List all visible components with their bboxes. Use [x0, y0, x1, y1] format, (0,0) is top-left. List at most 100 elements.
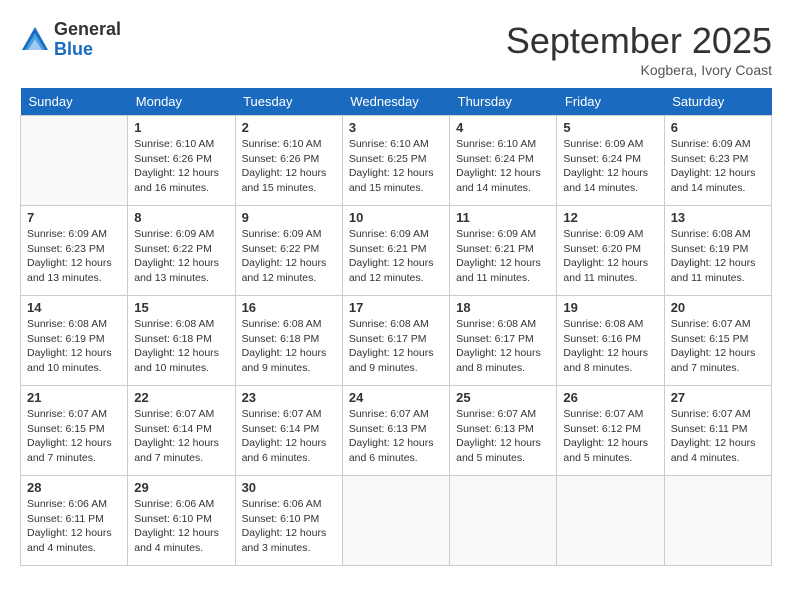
day-info: Sunrise: 6:08 AM Sunset: 6:19 PM Dayligh… [27, 317, 121, 376]
calendar-cell: 19Sunrise: 6:08 AM Sunset: 6:16 PM Dayli… [557, 296, 664, 386]
day-info: Sunrise: 6:07 AM Sunset: 6:13 PM Dayligh… [349, 407, 443, 466]
calendar-cell: 10 Sunrise: 6:09 AM Sunset: 6:21 PM Dayli… [342, 206, 449, 296]
day-info: Sunrise: 6:07 AM Sunset: 6:13 PM Dayligh… [456, 407, 550, 466]
day-of-week-header: Tuesday [235, 88, 342, 116]
calendar-week-row: 1 Sunrise: 6:10 AM Sunset: 6:26 PM Daylig… [21, 116, 772, 206]
calendar-cell: 13 Sunrise: 6:08 AM Sunset: 6:19 PM Dayli… [664, 206, 771, 296]
day-number: 7 [27, 210, 121, 225]
day-info: Sunrise: 6:08 AM Sunset: 6:16 PM Dayligh… [563, 317, 657, 376]
day-info: Sunrise: 6:09 AM Sunset: 6:22 PM Dayligh… [134, 227, 228, 286]
calendar-week-row: 14 Sunrise: 6:08 AM Sunset: 6:19 PM Dayli… [21, 296, 772, 386]
day-number: 24 [349, 390, 443, 405]
logo: General Blue [20, 20, 121, 60]
calendar-cell: 26 Sunrise: 6:07 AM Sunset: 6:12 PM Dayli… [557, 386, 664, 476]
calendar-cell: 1 Sunrise: 6:10 AM Sunset: 6:26 PM Daylig… [128, 116, 235, 206]
day-number: 23 [242, 390, 336, 405]
day-number: 2 [242, 120, 336, 135]
day-of-week-header: Saturday [664, 88, 771, 116]
day-info: Sunrise: 6:09 AM Sunset: 6:23 PM Dayligh… [27, 227, 121, 286]
day-number: 13 [671, 210, 765, 225]
calendar-cell [557, 476, 664, 566]
day-info: Sunrise: 6:10 AM Sunset: 6:24 PM Dayligh… [456, 137, 550, 196]
logo-text: General Blue [54, 20, 121, 60]
day-number: 14 [27, 300, 121, 315]
day-number: 4 [456, 120, 550, 135]
day-of-week-header: Sunday [21, 88, 128, 116]
day-number: 30 [242, 480, 336, 495]
day-info: Sunrise: 6:08 AM Sunset: 6:18 PM Dayligh… [134, 317, 228, 376]
day-number: 29 [134, 480, 228, 495]
calendar-cell: 11 Sunrise: 6:09 AM Sunset: 6:21 PM Dayli… [450, 206, 557, 296]
calendar-cell: 28 Sunrise: 6:06 AM Sunset: 6:11 PM Dayli… [21, 476, 128, 566]
day-number: 16 [242, 300, 336, 315]
day-number: 9 [242, 210, 336, 225]
calendar-cell: 7 Sunrise: 6:09 AM Sunset: 6:23 PM Daylig… [21, 206, 128, 296]
calendar-cell: 9Sunrise: 6:09 AM Sunset: 6:22 PM Daylig… [235, 206, 342, 296]
calendar-cell: 3 Sunrise: 6:10 AM Sunset: 6:25 PM Daylig… [342, 116, 449, 206]
day-number: 25 [456, 390, 550, 405]
day-info: Sunrise: 6:07 AM Sunset: 6:14 PM Dayligh… [134, 407, 228, 466]
calendar-week-row: 21 Sunrise: 6:07 AM Sunset: 6:15 PM Dayli… [21, 386, 772, 476]
day-number: 6 [671, 120, 765, 135]
calendar-cell [21, 116, 128, 206]
calendar-cell: 22 Sunrise: 6:07 AM Sunset: 6:14 PM Dayli… [128, 386, 235, 476]
day-info: Sunrise: 6:06 AM Sunset: 6:10 PM Dayligh… [242, 497, 336, 556]
day-info: Sunrise: 6:08 AM Sunset: 6:17 PM Dayligh… [349, 317, 443, 376]
calendar-cell: 16 Sunrise: 6:08 AM Sunset: 6:18 PM Dayli… [235, 296, 342, 386]
day-info: Sunrise: 6:09 AM Sunset: 6:21 PM Dayligh… [456, 227, 550, 286]
day-info: Sunrise: 6:08 AM Sunset: 6:18 PM Dayligh… [242, 317, 336, 376]
day-of-week-header: Monday [128, 88, 235, 116]
day-info: Sunrise: 6:10 AM Sunset: 6:25 PM Dayligh… [349, 137, 443, 196]
calendar-cell: 2Sunrise: 6:10 AM Sunset: 6:26 PM Daylig… [235, 116, 342, 206]
logo-icon [20, 25, 50, 55]
day-info: Sunrise: 6:07 AM Sunset: 6:14 PM Dayligh… [242, 407, 336, 466]
day-number: 28 [27, 480, 121, 495]
calendar-header-row: SundayMondayTuesdayWednesdayThursdayFrid… [21, 88, 772, 116]
calendar-cell [342, 476, 449, 566]
day-info: Sunrise: 6:09 AM Sunset: 6:21 PM Dayligh… [349, 227, 443, 286]
calendar-cell: 17 Sunrise: 6:08 AM Sunset: 6:17 PM Dayli… [342, 296, 449, 386]
title-block: September 2025 Kogbera, Ivory Coast [506, 20, 772, 78]
calendar-table: SundayMondayTuesdayWednesdayThursdayFrid… [20, 88, 772, 566]
day-number: 12 [563, 210, 657, 225]
day-info: Sunrise: 6:08 AM Sunset: 6:17 PM Dayligh… [456, 317, 550, 376]
day-number: 18 [456, 300, 550, 315]
day-info: Sunrise: 6:10 AM Sunset: 6:26 PM Dayligh… [134, 137, 228, 196]
calendar-cell: 18 Sunrise: 6:08 AM Sunset: 6:17 PM Dayli… [450, 296, 557, 386]
calendar-cell: 25 Sunrise: 6:07 AM Sunset: 6:13 PM Dayli… [450, 386, 557, 476]
day-info: Sunrise: 6:06 AM Sunset: 6:10 PM Dayligh… [134, 497, 228, 556]
day-info: Sunrise: 6:07 AM Sunset: 6:15 PM Dayligh… [27, 407, 121, 466]
calendar-cell [664, 476, 771, 566]
calendar-cell: 12Sunrise: 6:09 AM Sunset: 6:20 PM Dayli… [557, 206, 664, 296]
calendar-cell: 23 Sunrise: 6:07 AM Sunset: 6:14 PM Dayli… [235, 386, 342, 476]
calendar-cell: 4 Sunrise: 6:10 AM Sunset: 6:24 PM Daylig… [450, 116, 557, 206]
day-info: Sunrise: 6:06 AM Sunset: 6:11 PM Dayligh… [27, 497, 121, 556]
day-number: 5 [563, 120, 657, 135]
calendar-cell: 5 Sunrise: 6:09 AM Sunset: 6:24 PM Daylig… [557, 116, 664, 206]
day-number: 20 [671, 300, 765, 315]
calendar-cell: 6 Sunrise: 6:09 AM Sunset: 6:23 PM Daylig… [664, 116, 771, 206]
day-number: 21 [27, 390, 121, 405]
calendar-cell: 27Sunrise: 6:07 AM Sunset: 6:11 PM Dayli… [664, 386, 771, 476]
day-number: 22 [134, 390, 228, 405]
day-number: 10 [349, 210, 443, 225]
day-info: Sunrise: 6:09 AM Sunset: 6:24 PM Dayligh… [563, 137, 657, 196]
calendar-week-row: 28 Sunrise: 6:06 AM Sunset: 6:11 PM Dayli… [21, 476, 772, 566]
day-number: 26 [563, 390, 657, 405]
day-of-week-header: Thursday [450, 88, 557, 116]
day-number: 11 [456, 210, 550, 225]
day-number: 1 [134, 120, 228, 135]
day-info: Sunrise: 6:08 AM Sunset: 6:19 PM Dayligh… [671, 227, 765, 286]
day-info: Sunrise: 6:07 AM Sunset: 6:15 PM Dayligh… [671, 317, 765, 376]
day-number: 8 [134, 210, 228, 225]
calendar-cell: 8 Sunrise: 6:09 AM Sunset: 6:22 PM Daylig… [128, 206, 235, 296]
day-number: 3 [349, 120, 443, 135]
day-number: 17 [349, 300, 443, 315]
day-info: Sunrise: 6:09 AM Sunset: 6:23 PM Dayligh… [671, 137, 765, 196]
day-info: Sunrise: 6:07 AM Sunset: 6:12 PM Dayligh… [563, 407, 657, 466]
month-title: September 2025 [506, 20, 772, 62]
logo-general: General [54, 20, 121, 40]
calendar-cell [450, 476, 557, 566]
day-of-week-header: Friday [557, 88, 664, 116]
day-of-week-header: Wednesday [342, 88, 449, 116]
